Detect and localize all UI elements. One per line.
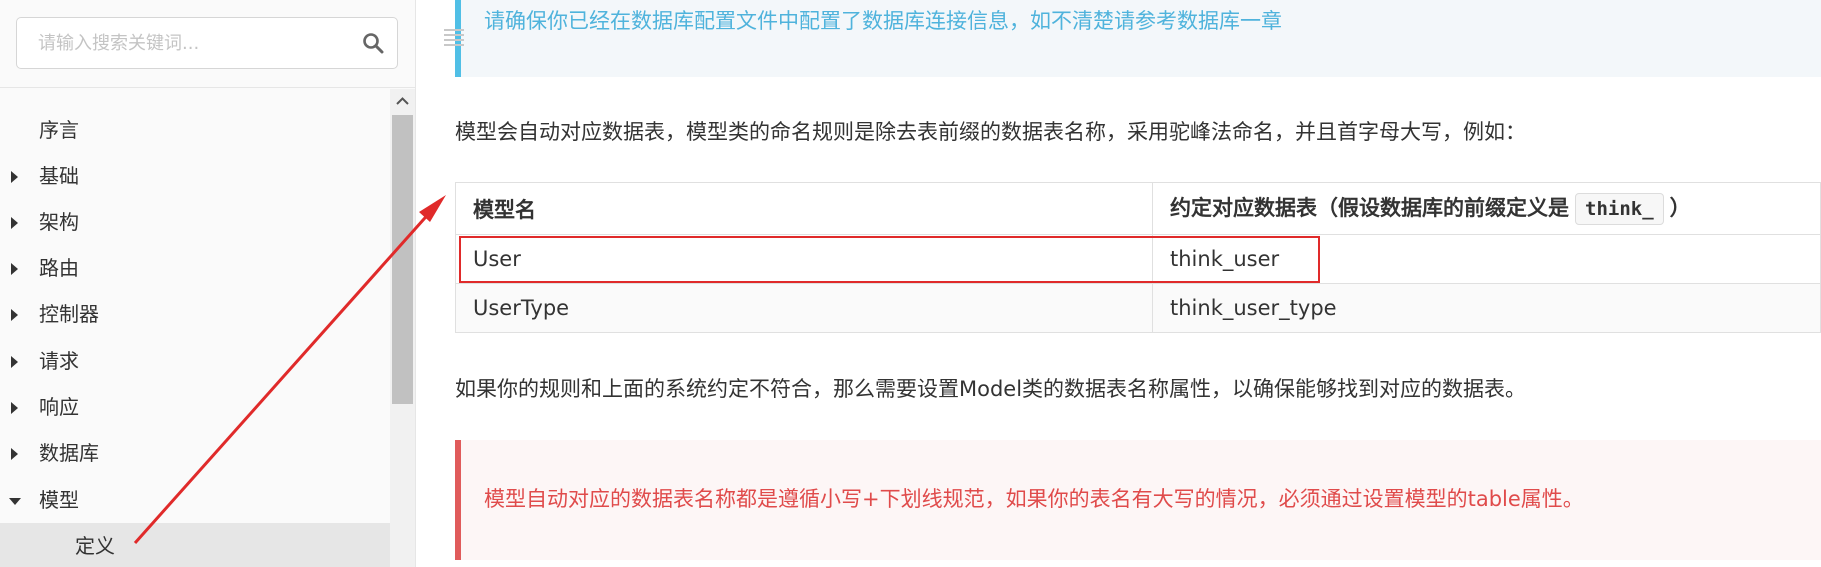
sidebar-item-architecture[interactable]: 架构 xyxy=(0,199,390,245)
table-header: 约定对应数据表（假设数据库的前缀定义是 think_） xyxy=(1152,182,1821,235)
sidebar-item-label: 序言 xyxy=(39,118,79,142)
caret-right-icon[interactable] xyxy=(11,309,18,321)
sidebar-item-basics[interactable]: 基础 xyxy=(0,153,390,199)
menu-icon[interactable] xyxy=(444,27,464,47)
sidebar-item-label: 模型 xyxy=(39,488,79,512)
intro-paragraph: 模型会自动对应数据表，模型类的命名规则是除去表前缀的数据表名称，采用驼峰法命名，… xyxy=(455,120,1526,144)
table-cell: think_user xyxy=(1152,234,1821,284)
warning-note-text: 模型自动对应的数据表名称都是遵循小写+下划线规范，如果你的表名有大写的情况，必须… xyxy=(484,487,1584,511)
caret-right-icon[interactable] xyxy=(11,402,18,414)
sidebar-item-routing[interactable]: 路由 xyxy=(0,245,390,291)
search-bar xyxy=(0,0,416,88)
model-table: 模型名 约定对应数据表（假设数据库的前缀定义是 think_） User thin… xyxy=(455,182,1821,333)
inline-code: think_ xyxy=(1575,193,1664,225)
search-box xyxy=(16,17,398,69)
sidebar-item-label: 架构 xyxy=(39,210,79,234)
table-header-row: 模型名 约定对应数据表（假设数据库的前缀定义是 think_） xyxy=(455,182,1821,235)
after-table-paragraph: 如果你的规则和上面的系统约定不符合，那么需要设置Model类的数据表名称属性，以… xyxy=(455,377,1527,401)
sidebar-item-request[interactable]: 请求 xyxy=(0,338,390,384)
main-content: 请确保你已经在数据库配置文件中配置了数据库连接信息，如不清楚请参考数据库一章 模… xyxy=(416,0,1821,567)
table-cell: think_user_type xyxy=(1152,283,1821,333)
table-header-text: 约定对应数据表（假设数据库的前缀定义是 xyxy=(1170,196,1569,220)
sidebar-item-label: 响应 xyxy=(39,395,79,419)
sidebar-scrollbar[interactable] xyxy=(390,89,415,567)
sidebar-item-label: 定义 xyxy=(75,534,115,558)
caret-right-icon[interactable] xyxy=(11,171,18,183)
caret-right-icon[interactable] xyxy=(11,217,18,229)
info-note: 请确保你已经在数据库配置文件中配置了数据库连接信息，如不清楚请参考数据库一章 xyxy=(455,0,1821,77)
scrollbar-thumb[interactable] xyxy=(392,115,413,404)
sidebar-item-label: 数据库 xyxy=(39,441,99,465)
caret-down-icon[interactable] xyxy=(9,498,21,505)
page: 序言 基础 架构 路由 控制器 请求 xyxy=(0,0,1821,567)
sidebar-item-definition[interactable]: 定义 xyxy=(0,523,390,567)
sidebar-item-label: 基础 xyxy=(39,164,79,188)
caret-right-icon[interactable] xyxy=(11,263,18,275)
sidebar-item-label: 控制器 xyxy=(39,302,99,326)
sidebar-item-response[interactable]: 响应 xyxy=(0,384,390,430)
sidebar-item-database[interactable]: 数据库 xyxy=(0,430,390,476)
caret-right-icon[interactable] xyxy=(11,356,18,368)
warning-note: 模型自动对应的数据表名称都是遵循小写+下划线规范，如果你的表名有大写的情况，必须… xyxy=(455,440,1821,560)
sidebar-item-label: 路由 xyxy=(39,256,79,280)
sidebar-item-model[interactable]: 模型 xyxy=(0,477,390,523)
sidebar-item-preface[interactable]: 序言 xyxy=(0,107,390,153)
sidebar-nav: 序言 基础 架构 路由 控制器 请求 响应 数据库 模型 定义 xyxy=(0,89,390,567)
chevron-up-icon[interactable] xyxy=(390,89,415,114)
search-input[interactable] xyxy=(18,19,338,67)
table-header-text: ） xyxy=(1669,196,1691,220)
table-header: 模型名 xyxy=(455,182,1153,235)
search-icon[interactable] xyxy=(361,31,385,55)
table-row: User think_user xyxy=(455,234,1821,284)
table-row: UserType think_user_type xyxy=(455,283,1821,333)
sidebar-item-controller[interactable]: 控制器 xyxy=(0,291,390,337)
table-cell: UserType xyxy=(455,283,1153,333)
sidebar-item-label: 请求 xyxy=(39,349,79,373)
caret-right-icon[interactable] xyxy=(11,448,18,460)
sidebar: 序言 基础 架构 路由 控制器 请求 xyxy=(0,0,416,567)
table-cell: User xyxy=(455,234,1153,284)
info-note-text: 请确保你已经在数据库配置文件中配置了数据库连接信息，如不清楚请参考数据库一章 xyxy=(484,9,1282,33)
